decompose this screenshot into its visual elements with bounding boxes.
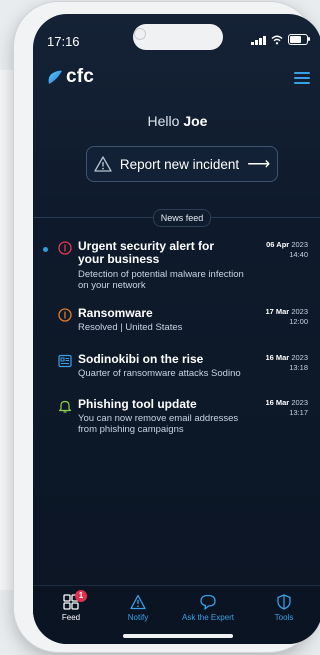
news-item-time: 14:40 (289, 250, 308, 259)
news-item-date: 16 Mar 2023 13:17 (265, 398, 308, 418)
news-item-year: 2023 (291, 240, 308, 249)
news-item-description: Detection of potential malware infection… (78, 269, 244, 291)
news-item-time: 13:17 (289, 408, 308, 417)
dynamic-island (133, 24, 223, 50)
home-indicator[interactable] (123, 634, 233, 638)
warning-triangle-icon (130, 594, 146, 610)
news-item-title: Ransomware (78, 306, 153, 320)
cfc-logo: cfc (47, 66, 94, 88)
news-item-title: Sodinokibi on the rise (78, 352, 204, 366)
news-item-title: Phishing tool update (78, 397, 197, 411)
greeting-prefix: Hello (147, 113, 180, 129)
bell-icon (58, 400, 72, 413)
news-item-date: 16 Mar 2023 13:18 (265, 353, 308, 373)
news-item-description: You can now remove email addresses from … (78, 413, 239, 435)
news-item-title: Urgent security alert for your business (78, 239, 215, 266)
hamburger-menu-icon[interactable] (294, 72, 310, 84)
wifi-icon (271, 35, 283, 44)
tab-feed-label: Feed (61, 613, 81, 622)
report-incident-label: Report new incident (119, 156, 240, 172)
news-item-day: 16 Mar (265, 353, 290, 362)
news-item-time: 13:18 (289, 363, 308, 372)
shield-icon (277, 594, 291, 610)
tab-notify[interactable]: Notify (108, 594, 168, 622)
tab-ask-expert-label: Ask the Expert (181, 613, 235, 622)
newspaper-icon (58, 354, 72, 368)
chat-bubble-icon (200, 594, 216, 610)
news-feed-label: News feed (153, 209, 211, 227)
bottom-tab-bar: 1 Feed Notify Ask the Expert Tools (33, 585, 320, 644)
battery-icon (288, 34, 310, 45)
tab-feed[interactable]: 1 Feed (41, 590, 101, 622)
alert-shield-icon (58, 241, 72, 255)
news-item-description: Resolved | United States (78, 322, 183, 333)
tab-tools-label: Tools (274, 613, 294, 622)
front-camera (134, 28, 146, 40)
news-item-description: Quarter of ransomware attacks Sodino (78, 368, 241, 379)
status-bar: 17:16 (33, 14, 320, 56)
tab-notify-label: Notify (127, 613, 149, 622)
greeting: Hello Joe (33, 113, 320, 129)
news-item-year: 2023 (291, 307, 308, 316)
unread-dot (43, 247, 48, 252)
status-icons (251, 34, 310, 45)
warning-triangle-icon (94, 156, 112, 172)
news-item-date: 06 Apr 2023 14:40 (266, 240, 308, 260)
news-item-day: 16 Mar (265, 398, 290, 407)
greeting-name: Joe (183, 113, 208, 129)
tab-tools[interactable]: Tools (254, 594, 314, 622)
status-time: 17:16 (47, 34, 80, 49)
tab-ask-expert[interactable]: Ask the Expert (178, 594, 238, 622)
news-item-year: 2023 (291, 353, 308, 362)
alert-shield-icon (58, 308, 72, 322)
arrow-right-icon: ⟶ (247, 156, 271, 173)
news-item-year: 2023 (291, 398, 308, 407)
news-item-time: 12:00 (289, 317, 308, 326)
notification-badge: 1 (75, 590, 87, 602)
logo-mark-icon (48, 70, 62, 84)
news-item-day: 06 Apr (266, 240, 290, 249)
phone-frame: 17:16 cfc Hello Joe Report new incident … (14, 2, 320, 652)
signal-icon (251, 35, 266, 45)
app-screen: 17:16 cfc Hello Joe Report new incident … (33, 14, 320, 644)
news-item-date: 17 Mar 2023 12:00 (265, 307, 308, 327)
logo-text: cfc (66, 66, 95, 87)
news-item-day: 17 Mar (265, 307, 290, 316)
report-incident-button[interactable]: Report new incident ⟶ (86, 146, 278, 182)
